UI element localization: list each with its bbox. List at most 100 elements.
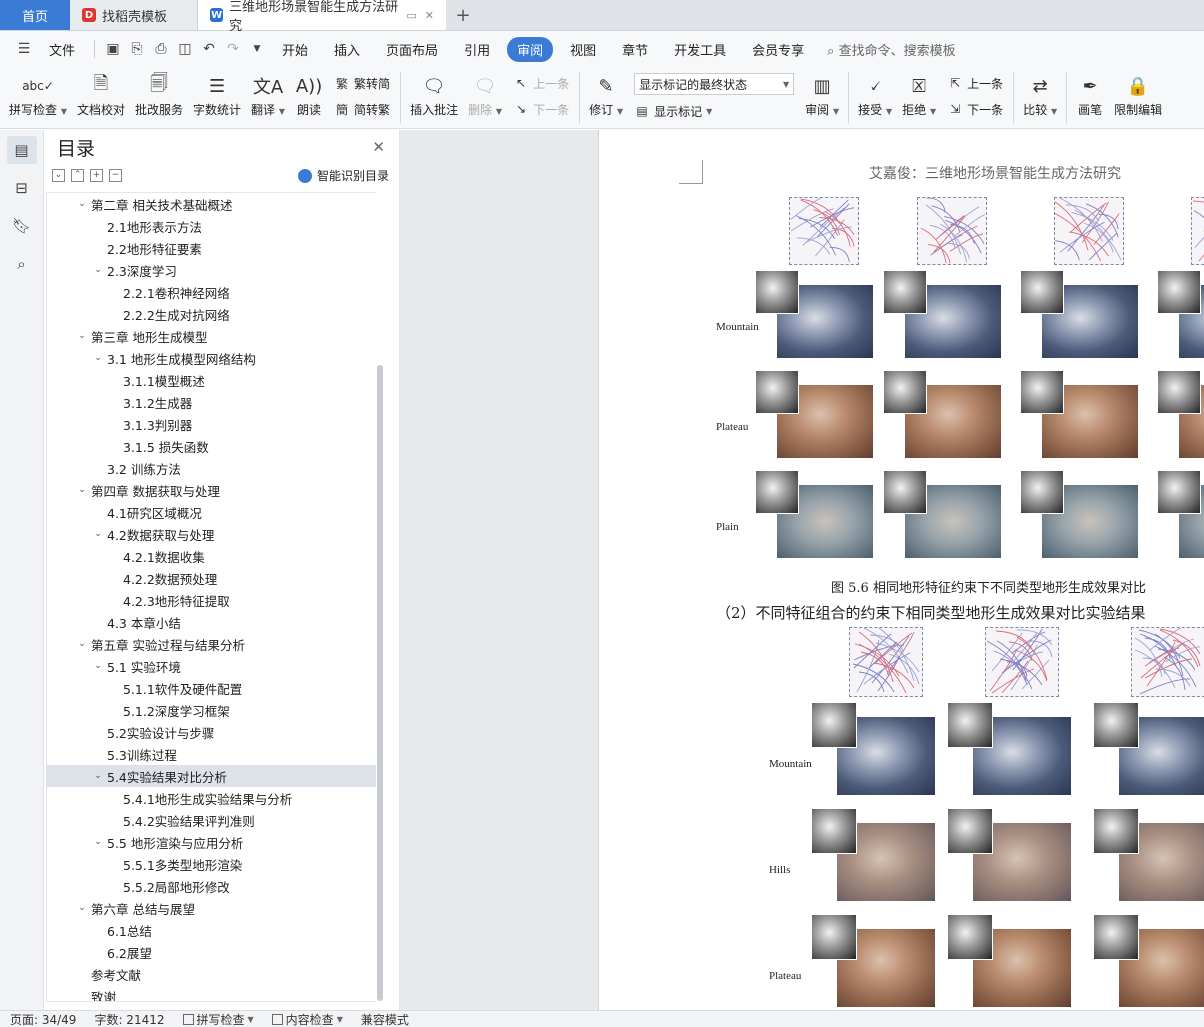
toc-item[interactable]: ⌄ 2.3深度学习 bbox=[47, 259, 376, 281]
toc-item[interactable]: 3.1.2生成器 bbox=[47, 391, 376, 413]
export-icon[interactable]: ⎘ bbox=[125, 37, 149, 61]
spellcheck-button[interactable]: abc✓ 拼写检查 ▼ bbox=[4, 67, 72, 118]
show-markup-button[interactable]: ▤ 显示标记 ▼ bbox=[634, 101, 794, 121]
next-revision-button[interactable]: ⇲ 下一条 bbox=[947, 99, 1003, 119]
toc-item[interactable]: 4.2.1数据收集 bbox=[47, 545, 376, 567]
toc-item[interactable]: 2.2.1卷积神经网络 bbox=[47, 281, 376, 303]
toc-item[interactable]: ⌄ 第四章 数据获取与处理 bbox=[47, 479, 376, 501]
pen-button[interactable]: ✒ 画笔 bbox=[1071, 67, 1109, 118]
menu-file[interactable]: 文件 bbox=[36, 40, 88, 59]
menu-member[interactable]: 会员专享 bbox=[739, 40, 817, 59]
toc-item[interactable]: 5.4.2实验结果评判准则 bbox=[47, 809, 376, 831]
toc-item[interactable]: 致谢 bbox=[47, 985, 376, 1002]
next-comment-button[interactable]: ↘ 下一条 bbox=[513, 99, 569, 119]
command-search[interactable]: ⌕ 查找命令、搜索模板 bbox=[817, 40, 955, 59]
screen-icon[interactable]: ▭ bbox=[406, 9, 416, 22]
toc-item[interactable]: 2.1地形表示方法 bbox=[47, 215, 376, 237]
chapter-icon[interactable]: ⊟ bbox=[7, 174, 37, 202]
toc-item[interactable]: 4.3 本章小结 bbox=[47, 611, 376, 633]
to-simplified-button[interactable]: 簡简转繁 bbox=[334, 99, 390, 119]
toc-item[interactable]: 5.3训练过程 bbox=[47, 743, 376, 765]
toc-item[interactable]: 6.1总结 bbox=[47, 919, 376, 941]
translate-button[interactable]: 文A 翻译 ▼ bbox=[246, 67, 290, 118]
expand-up-icon[interactable]: ⌃ bbox=[71, 168, 84, 182]
compare-button[interactable]: ⇄ 比较 ▼ bbox=[1018, 67, 1062, 118]
search-icon[interactable]: ⌕ bbox=[7, 250, 37, 278]
chevron-down-icon[interactable]: ⌄ bbox=[75, 903, 89, 913]
toc-item[interactable]: 3.1.1模型概述 bbox=[47, 369, 376, 391]
toc-item[interactable]: 5.5.1多类型地形渲染 bbox=[47, 853, 376, 875]
toc-icon[interactable]: ▤ bbox=[6, 136, 37, 164]
toc-item[interactable]: 3.1.3判别器 bbox=[47, 413, 376, 435]
tab-template[interactable]: D 找稻壳模板 bbox=[70, 0, 198, 30]
toc-item[interactable]: ⌄ 3.1 地形生成模型网络结构 bbox=[47, 347, 376, 369]
undo-icon[interactable]: ↶ bbox=[197, 37, 221, 61]
toc-item[interactable]: 4.1研究区域概况 bbox=[47, 501, 376, 523]
menu-review[interactable]: 审阅 bbox=[507, 36, 554, 62]
toc-item[interactable]: 2.2.2生成对抗网络 bbox=[47, 303, 376, 325]
delete-comment-button[interactable]: 🗨 删除 ▼ bbox=[463, 67, 507, 118]
chevron-down-icon[interactable]: ▼ bbox=[245, 37, 269, 61]
menu-start[interactable]: 开始 bbox=[269, 40, 321, 59]
chevron-down-icon[interactable]: ⌄ bbox=[75, 331, 89, 341]
print-preview-icon[interactable]: ◫ bbox=[173, 37, 197, 61]
toc-item[interactable]: ⌄ 4.2数据获取与处理 bbox=[47, 523, 376, 545]
chevron-down-icon[interactable]: ⌄ bbox=[75, 639, 89, 649]
collapse-all-icon[interactable]: ⌄ bbox=[52, 168, 65, 182]
toc-item[interactable]: 4.2.3地形特征提取 bbox=[47, 589, 376, 611]
new-tab-button[interactable]: + bbox=[446, 0, 480, 30]
menu-references[interactable]: 引用 bbox=[451, 40, 503, 59]
print-icon[interactable]: ⎙ bbox=[149, 37, 173, 61]
toc-item[interactable]: 2.2地形特征要素 bbox=[47, 237, 376, 259]
smart-toc-button[interactable]: 智能识别目录 bbox=[297, 167, 389, 184]
menu-page-layout[interactable]: 页面布局 bbox=[373, 40, 451, 59]
review-pane-button[interactable]: ▥ 审阅 ▼ bbox=[800, 67, 844, 118]
toc-item[interactable]: 5.4.1地形生成实验结果与分析 bbox=[47, 787, 376, 809]
bookmark-icon[interactable]: 🔖︎ bbox=[7, 212, 37, 240]
menu-section[interactable]: 章节 bbox=[609, 40, 661, 59]
spellcheck-toggle[interactable]: 拼写检查 ▼ bbox=[182, 1011, 254, 1027]
chevron-down-icon[interactable]: ⌄ bbox=[75, 199, 89, 209]
doc-proofread-button[interactable]: 🗎 文档校对 bbox=[72, 67, 130, 118]
word-count[interactable]: 字数: 21412 bbox=[94, 1011, 164, 1027]
toc-item[interactable]: 5.1.1软件及硬件配置 bbox=[47, 677, 376, 699]
word-count-button[interactable]: ☰ 字数统计 bbox=[188, 67, 246, 118]
toc-item[interactable]: 参考文献 bbox=[47, 963, 376, 985]
review-service-button[interactable]: 🗐 批改服务 bbox=[130, 67, 188, 118]
toc-item[interactable]: 5.5.2局部地形修改 bbox=[47, 875, 376, 897]
insert-comment-button[interactable]: 🗨 插入批注 bbox=[405, 67, 463, 118]
chevron-down-icon[interactable]: ⌄ bbox=[91, 837, 105, 847]
remove-level-icon[interactable]: − bbox=[109, 168, 122, 182]
redo-icon[interactable]: ↷ bbox=[221, 37, 245, 61]
menu-view[interactable]: 视图 bbox=[557, 40, 609, 59]
toc-item[interactable]: ⌄ 5.5 地形渲染与应用分析 bbox=[47, 831, 376, 853]
read-aloud-button[interactable]: A)) 朗读 bbox=[290, 67, 328, 118]
menu-insert[interactable]: 插入 bbox=[321, 40, 373, 59]
hamburger-icon[interactable]: ☰ bbox=[12, 37, 36, 61]
menu-developer[interactable]: 开发工具 bbox=[661, 40, 739, 59]
revise-button[interactable]: ✎ 修订 ▼ bbox=[584, 67, 628, 118]
toc-item[interactable]: ⌄ 5.4实验结果对比分析 bbox=[47, 765, 376, 787]
toc-item[interactable]: ⌄ 第三章 地形生成模型 bbox=[47, 325, 376, 347]
toc-item[interactable]: ⌄ 第二章 相关技术基础概述 bbox=[47, 193, 376, 215]
chevron-down-icon[interactable]: ⌄ bbox=[91, 353, 105, 363]
toc-item[interactable]: 6.2展望 bbox=[47, 941, 376, 963]
markup-state-select[interactable]: 显示标记的最终状态 ▼ bbox=[634, 73, 795, 95]
accept-button[interactable]: 🗸 接受 ▼ bbox=[853, 67, 897, 118]
prev-revision-button[interactable]: ⇱ 上一条 bbox=[947, 73, 1003, 93]
chevron-down-icon[interactable]: ⌄ bbox=[91, 265, 105, 275]
chevron-down-icon[interactable]: ⌄ bbox=[91, 661, 105, 671]
chevron-down-icon[interactable]: ⌄ bbox=[91, 529, 105, 539]
toc-item[interactable]: ⌄ 5.1 实验环境 bbox=[47, 655, 376, 677]
toc-item[interactable]: 3.2 训练方法 bbox=[47, 457, 376, 479]
toc-item[interactable]: 3.1.5 损失函数 bbox=[47, 435, 376, 457]
toc-scrollbar[interactable] bbox=[377, 365, 383, 1001]
tab-home[interactable]: 首页 bbox=[0, 0, 70, 30]
toc-item[interactable]: 5.2实验设计与步骤 bbox=[47, 721, 376, 743]
content-check-toggle[interactable]: 内容检查 ▼ bbox=[271, 1011, 343, 1027]
toc-item[interactable]: 5.1.2深度学习框架 bbox=[47, 699, 376, 721]
tab-document[interactable]: W 三维地形场景智能生成方法研究 ▭ ✕ bbox=[198, 0, 446, 34]
page-count[interactable]: 页面: 34/49 bbox=[10, 1011, 76, 1027]
to-traditional-button[interactable]: 繁繁转简 bbox=[334, 73, 390, 93]
reject-button[interactable]: 🗵 拒绝 ▼ bbox=[897, 67, 941, 118]
